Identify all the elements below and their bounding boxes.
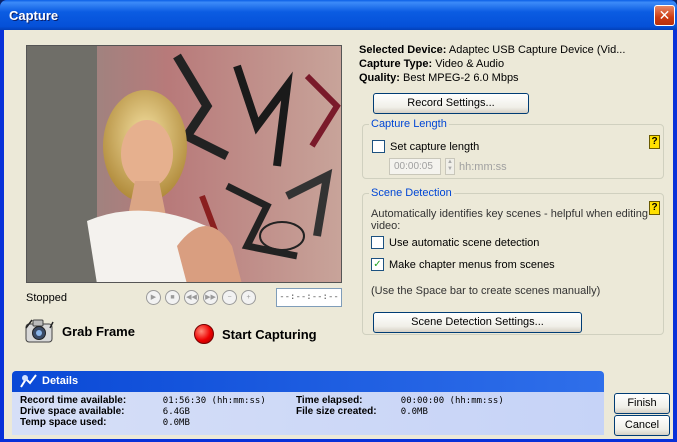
details-title: Details [42,375,79,387]
title-bar[interactable]: Capture ✕ [0,0,677,30]
scene-detection-help-icon[interactable]: ? [649,201,660,215]
capture-duration-spinner: 00:00:05 ▲ ▼ hh:mm:ss [389,158,507,175]
drive-space-label: Drive space available: [20,406,125,417]
record-settings-button[interactable]: Record Settings... [373,93,529,114]
auto-scene-detection-checkbox[interactable]: Use automatic scene detection [371,236,539,249]
details-panel: Details Record time available: 01:56:30 … [12,371,604,435]
scene-detection-legend: Scene Detection [369,187,454,199]
play-button[interactable]: ▶ [146,290,161,305]
set-capture-length-checkbox[interactable]: Set capture length [372,140,479,153]
time-elapsed-label: Time elapsed: [296,395,363,406]
quality-line: Quality: Best MPEG-2 6.0 Mbps [359,72,519,84]
window-title: Capture [9,8,59,23]
grab-frame-label: Grab Frame [62,323,135,339]
temp-space-row: Temp space used: 0.0MB [20,417,190,428]
capture-duration-input: 00:00:05 [389,158,441,175]
file-size-value: 0.0MB [400,407,428,417]
start-capturing-button[interactable]: Start Capturing [194,324,317,344]
scene-detection-description-2: video: [371,220,401,232]
time-elapsed-row: Time elapsed: 00:00:00 (hh:mm:ss) [296,395,504,406]
record-time-label: Record time available: [20,395,127,406]
playback-status: Stopped [26,292,67,304]
rewind-button[interactable]: ◀◀ [184,290,199,305]
volume-up-button[interactable]: + [241,290,256,305]
timecode-display: --:--:--:-- [276,288,342,307]
record-icon [194,324,214,344]
video-frame-image [27,46,341,282]
temp-space-value: 0.0MB [162,418,190,428]
quality-value: Best MPEG-2 6.0 Mbps [403,72,519,84]
scene-detection-description-1: Automatically identifies key scenes - he… [371,208,648,220]
time-elapsed-value: 00:00:00 (hh:mm:ss) [400,396,504,406]
capture-length-legend: Capture Length [369,118,449,130]
quality-label: Quality: [359,72,400,84]
file-size-label: File size created: [296,406,377,417]
capture-type-value: Video & Audio [435,58,505,70]
video-preview [26,45,342,283]
dialog-body: Stopped ▶ ■ ◀◀ ▶▶ − + --:--:--:-- Grab F… [4,30,673,439]
grab-frame-button[interactable]: Grab Frame [24,318,135,344]
drive-space-value: 6.4GB [162,407,190,417]
details-header[interactable]: Details [12,371,604,392]
chapter-menus-label: Make chapter menus from scenes [389,258,555,271]
capture-duration-unit: hh:mm:ss [459,160,507,173]
auto-scene-detection-label: Use automatic scene detection [389,236,540,249]
selected-device-label: Selected Device: [359,44,447,56]
capture-type-line: Capture Type: Video & Audio [359,58,504,70]
cancel-button[interactable]: Cancel [614,415,670,436]
record-time-row: Record time available: 01:56:30 (hh:mm:s… [20,395,266,406]
capture-length-group: Capture Length ? Set capture length 00:0… [362,118,664,179]
transport-controls: ▶ ■ ◀◀ ▶▶ − + [146,290,256,305]
chapter-menus-box[interactable]: ✓ [371,258,384,271]
scene-detection-settings-button[interactable]: Scene Detection Settings... [373,312,582,333]
selected-device-line: Selected Device: Adaptec USB Capture Dev… [359,44,625,56]
volume-down-button[interactable]: − [222,290,237,305]
file-size-row: File size created: 0.0MB [296,406,428,417]
stop-button[interactable]: ■ [165,290,180,305]
fast-forward-button[interactable]: ▶▶ [203,290,218,305]
capture-type-label: Capture Type: [359,58,433,70]
details-icon [20,374,37,388]
record-time-value: 01:56:30 (hh:mm:ss) [162,396,266,406]
set-capture-length-box[interactable] [372,140,385,153]
drive-space-row: Drive space available: 6.4GB [20,406,190,417]
start-capturing-label: Start Capturing [222,326,317,342]
auto-scene-detection-box[interactable] [371,236,384,249]
close-button[interactable]: ✕ [654,5,675,26]
chapter-menus-checkbox[interactable]: ✓ Make chapter menus from scenes [371,258,555,271]
temp-space-label: Temp space used: [20,417,107,428]
selected-device-value: Adaptec USB Capture Device (Vid... [448,44,626,56]
set-capture-length-label: Set capture length [390,140,480,153]
capture-duration-spin-icon: ▲ ▼ [445,158,455,175]
finish-button[interactable]: Finish [614,393,670,414]
manual-scene-hint: (Use the Space bar to create scenes manu… [371,285,601,297]
camera-icon [25,319,54,343]
capture-window: Capture ✕ Stopped ▶ ■ ◀◀ ▶▶ − + --:--:--… [0,0,677,442]
capture-length-help-icon[interactable]: ? [649,135,660,149]
